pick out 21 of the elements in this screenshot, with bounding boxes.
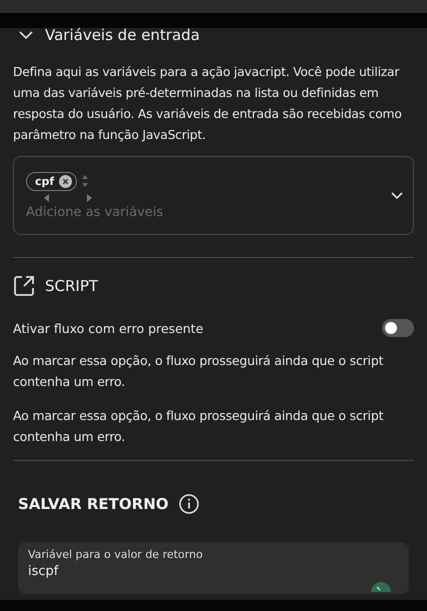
section-header[interactable]: Variáveis de entrada [13, 25, 414, 45]
variables-select[interactable]: cpf Adicione as variáveis [13, 156, 414, 235]
chevron-icon [19, 30, 33, 40]
external-link-icon [13, 275, 35, 297]
select-placeholder: Adicione as variáveis [26, 204, 164, 220]
dropdown-icon [391, 192, 403, 200]
field-label: Variável para o valor de retorno [28, 548, 203, 561]
remove-icon[interactable] [59, 174, 72, 188]
info-icon[interactable] [178, 494, 199, 514]
note-text: Ao marcar essa opção, o fluxo prosseguirá ainda que o script contenha um erro. [13, 407, 384, 446]
return-variable-field[interactable]: Variável para o valor de retorno iscpf [18, 542, 409, 594]
spinner-icon [81, 173, 90, 189]
description-text: Defina aqui as variáveis para a ação javacript. Você pode utilizar uma das variáveis pré-determinadas na lista ou definidas em resposta do usuário. As variáveis de entrada são recebidas como parâmetro na função JavaScript. [13, 64, 403, 144]
section-title: SCRIPT [45, 277, 98, 295]
variable-tag: cpf [26, 172, 78, 190]
toggle-switch[interactable] [382, 319, 414, 337]
toggle-label: Ativar fluxo com erro presente [13, 320, 204, 336]
scroll-arrows-icon [44, 194, 92, 202]
section-title: SALVAR RETORNO [18, 495, 169, 513]
note-text: Ao marcar essa opção, o fluxo prosseguirá ainda que o script contenha um erro. [13, 352, 384, 391]
field-value: iscpf [28, 564, 60, 579]
